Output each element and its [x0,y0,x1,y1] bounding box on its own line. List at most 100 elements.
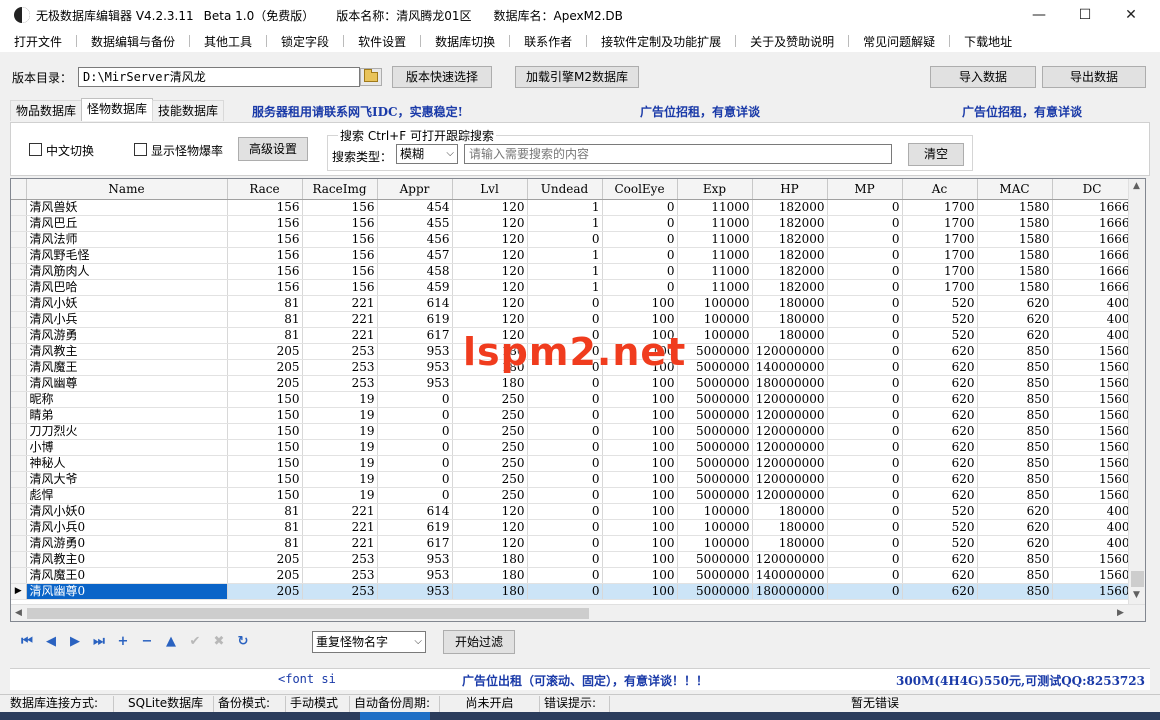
search-input[interactable]: 请输入需要搜索的内容 [464,144,892,164]
cell-name[interactable]: 睛弟 [26,407,228,424]
cell-lvl[interactable]: 120 [452,519,528,536]
cell-exp[interactable]: 100000 [677,327,753,344]
cell-cooleye[interactable]: 100 [602,311,678,328]
cell-raceimg[interactable]: 221 [302,311,378,328]
cell-appr[interactable]: 0 [377,487,453,504]
column-header[interactable]: Name [26,179,228,200]
cell-lvl[interactable]: 180 [452,375,528,392]
cell-name[interactable]: 刀刀烈火 [26,423,228,440]
cell-name[interactable]: 清风小兵0 [26,519,228,536]
cell-ac[interactable]: 520 [902,519,978,536]
cell-ac[interactable]: 520 [902,295,978,312]
cell-ac[interactable]: 620 [902,407,978,424]
cell-mac[interactable]: 1580 [977,231,1053,248]
table-row[interactable]: 刀刀烈火 150 19 0 250 0 100 5000000 120000000 0 620 850… [11,423,1133,440]
row-indicator[interactable] [11,439,27,456]
cell-mac[interactable]: 850 [977,487,1053,504]
cell-lvl[interactable]: 120 [452,247,528,264]
cell-lvl[interactable]: 250 [452,471,528,488]
cell-lvl[interactable]: 250 [452,439,528,456]
cell-dc[interactable]: 1560 [1052,551,1133,568]
cell-hp[interactable]: 182000 [752,263,828,280]
close-icon[interactable]: ✕ [1108,0,1154,30]
cell-mp[interactable]: 0 [827,439,903,456]
cell-raceimg[interactable]: 19 [302,407,378,424]
insert-record-icon[interactable]: + [114,632,132,650]
cell-mp[interactable]: 0 [827,263,903,280]
menu-item[interactable]: 其他工具 [196,33,260,50]
cell-appr[interactable]: 953 [377,583,453,600]
cell-undead[interactable]: 0 [527,519,603,536]
cell-dc[interactable]: 1666 [1052,215,1133,232]
clear-search-button[interactable]: 清空 [908,143,964,166]
cell-appr[interactable]: 454 [377,199,453,216]
cell-exp[interactable]: 100000 [677,519,753,536]
cell-appr[interactable]: 953 [377,375,453,392]
cell-raceimg[interactable]: 156 [302,247,378,264]
cell-raceimg[interactable]: 221 [302,503,378,520]
scroll-down-icon[interactable]: ▼ [1133,590,1140,600]
cell-undead[interactable]: 1 [527,215,603,232]
cell-ac[interactable]: 520 [902,311,978,328]
cell-exp[interactable]: 5000000 [677,583,753,600]
cell-ac[interactable]: 1700 [902,247,978,264]
cell-exp[interactable]: 100000 [677,535,753,552]
cell-undead[interactable]: 0 [527,583,603,600]
cell-mac[interactable]: 620 [977,311,1053,328]
row-indicator[interactable] [11,567,27,584]
cell-mp[interactable]: 0 [827,199,903,216]
row-indicator[interactable] [11,263,27,280]
cell-ac[interactable]: 620 [902,359,978,376]
cell-mac[interactable]: 850 [977,439,1053,456]
cell-name[interactable]: 清风巴哈 [26,279,228,296]
cell-undead[interactable]: 1 [527,199,603,216]
cell-mac[interactable]: 620 [977,519,1053,536]
horizontal-scrollbar[interactable]: ◀ ▶ [11,604,1145,621]
cell-raceimg[interactable]: 19 [302,471,378,488]
cell-cooleye[interactable]: 0 [602,231,678,248]
cell-dc[interactable]: 400 [1052,311,1133,328]
cell-undead[interactable]: 0 [527,439,603,456]
table-row[interactable]: 清风小妖0 81 221 614 120 0 100 100000 180000 0 520 620 4… [11,503,1133,520]
cell-cooleye[interactable]: 100 [602,423,678,440]
cell-exp[interactable]: 5000000 [677,551,753,568]
directory-field[interactable]: D:\MirServer清风龙 [78,67,360,87]
cell-cooleye[interactable]: 0 [602,247,678,264]
cell-exp[interactable]: 11000 [677,263,753,280]
cell-lvl[interactable]: 250 [452,391,528,408]
cell-exp[interactable]: 5000000 [677,407,753,424]
cell-appr[interactable]: 0 [377,439,453,456]
cell-raceimg[interactable]: 19 [302,487,378,504]
cell-lvl[interactable]: 180 [452,583,528,600]
row-indicator[interactable] [11,327,27,344]
cell-raceimg[interactable]: 221 [302,535,378,552]
row-indicator[interactable] [11,279,27,296]
cell-name[interactable]: 神秘人 [26,455,228,472]
menu-item[interactable]: 数据库切换 [427,33,503,50]
menu-item[interactable]: 数据编辑与备份 [83,33,183,50]
cell-hp[interactable]: 180000000 [752,583,828,600]
row-indicator[interactable] [11,343,27,360]
cell-appr[interactable]: 456 [377,231,453,248]
table-row[interactable]: 清风小妖 81 221 614 120 0 100 100000 180000 0 520 620 40… [11,295,1133,312]
cell-hp[interactable]: 182000 [752,279,828,296]
import-data-button[interactable]: 导入数据 [930,66,1036,88]
table-row[interactable]: 神秘人 150 19 0 250 0 100 5000000 120000000 0 620 850 1… [11,455,1133,472]
cell-undead[interactable]: 0 [527,375,603,392]
delete-record-icon[interactable]: − [138,632,156,650]
cell-mac[interactable]: 1580 [977,279,1053,296]
cell-hp[interactable]: 182000 [752,199,828,216]
cell-exp[interactable]: 5000000 [677,471,753,488]
cell-mac[interactable]: 850 [977,359,1053,376]
column-header[interactable]: Appr [377,179,453,200]
vertical-scroll-thumb[interactable] [1131,571,1144,587]
cell-appr[interactable]: 0 [377,407,453,424]
cell-ac[interactable]: 620 [902,471,978,488]
cell-lvl[interactable]: 250 [452,487,528,504]
cell-dc[interactable]: 400 [1052,503,1133,520]
row-indicator[interactable] [11,311,27,328]
cell-undead[interactable]: 0 [527,535,603,552]
cell-dc[interactable]: 1666 [1052,231,1133,248]
cell-lvl[interactable]: 120 [452,215,528,232]
cell-cooleye[interactable]: 100 [602,551,678,568]
